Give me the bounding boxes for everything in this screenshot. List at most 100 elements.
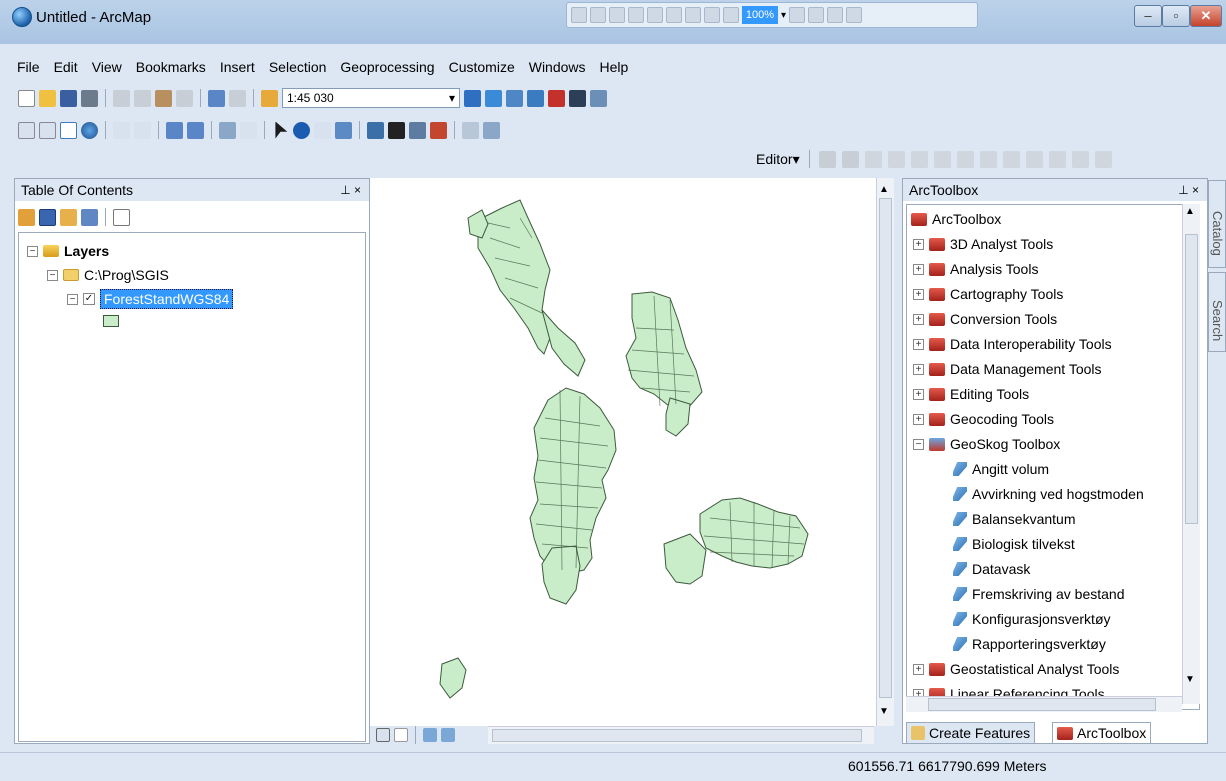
map-vertical-scrollbar[interactable]: ▲ ▼	[876, 178, 894, 726]
catalog-window-icon[interactable]	[506, 89, 523, 107]
arctoolbox-hscroll-thumb[interactable]	[928, 698, 1156, 711]
map-horizontal-scrollbar[interactable]	[488, 726, 874, 744]
zoom-dropdown-icon[interactable]: ▾	[781, 10, 786, 21]
arctoolbox-icon[interactable]	[548, 89, 565, 107]
toolbox-geocoding[interactable]: + Geocoding Tools	[913, 409, 1054, 429]
editor-toolbar-icon[interactable]	[464, 89, 481, 107]
expand-icon[interactable]: +	[913, 388, 924, 400]
tool-biologisk-tilvekst[interactable]: Biologisk tilvekst	[953, 534, 1075, 554]
visibility-checkbox[interactable]: ✓	[83, 293, 95, 305]
scroll-down-icon[interactable]: ▼	[1185, 674, 1195, 685]
search-window-icon[interactable]	[527, 89, 544, 107]
zoom-out-icon[interactable]	[590, 7, 606, 23]
forest-stand-polygon-south-tail[interactable]	[541, 545, 581, 605]
data-driven-pages-icon[interactable]	[846, 7, 863, 23]
zoom-in-icon[interactable]	[571, 7, 587, 23]
tool-rapportering[interactable]: Rapporteringsverktøy	[953, 634, 1106, 654]
data-view-icon[interactable]	[376, 728, 390, 742]
clear-selection-icon[interactable]	[240, 121, 257, 139]
menu-geoprocessing[interactable]: Geoprocessing	[333, 56, 441, 80]
identify-icon[interactable]	[293, 121, 310, 139]
fixed-zoom-in-icon[interactable]	[113, 121, 130, 139]
layers-node[interactable]: − Layers	[27, 241, 109, 261]
measure-icon[interactable]	[367, 121, 384, 139]
tool-balansekvantum[interactable]: Balansekvantum	[953, 509, 1076, 529]
list-by-drawing-order-icon[interactable]	[18, 208, 35, 226]
forest-stand-polygon-south-west[interactable]	[439, 657, 467, 699]
new-document-icon[interactable]	[18, 89, 35, 107]
expand-icon[interactable]: +	[913, 663, 924, 675]
scroll-up-icon[interactable]: ▲	[879, 184, 889, 195]
collapse-icon[interactable]: −	[913, 438, 924, 450]
tab-create-features[interactable]: Create Features	[906, 722, 1036, 744]
hyperlink-icon[interactable]	[314, 121, 331, 139]
change-layout-icon[interactable]	[827, 7, 844, 23]
menu-help[interactable]: Help	[593, 56, 636, 80]
layer-node[interactable]: − ✓ ForestStandWGS84	[67, 289, 234, 309]
expand-icon[interactable]: +	[913, 363, 924, 375]
expand-icon[interactable]: +	[913, 263, 924, 275]
map-scale-field[interactable]: 1:45 030	[282, 88, 460, 108]
map-vscroll-thumb[interactable]	[879, 198, 892, 698]
python-window-icon[interactable]	[569, 89, 586, 107]
rotate-icon[interactable]	[1025, 150, 1043, 168]
arctoolbox-pin-close[interactable]: ⊥ ×	[1178, 179, 1199, 201]
minimize-button[interactable]: ‒	[1134, 5, 1162, 27]
fixed-zoom-out-icon[interactable]	[685, 7, 701, 23]
menu-view[interactable]: View	[85, 56, 129, 80]
undo-icon[interactable]	[208, 89, 225, 107]
attributes-icon[interactable]	[1048, 150, 1066, 168]
paste-icon[interactable]	[155, 89, 172, 107]
catalog-tab[interactable]: Catalog	[1208, 180, 1226, 268]
expand-icon[interactable]: +	[913, 413, 924, 425]
create-features-icon[interactable]	[1094, 150, 1112, 168]
toggle-draft-icon[interactable]	[789, 7, 806, 23]
toolbox-data-interoperability[interactable]: + Data Interoperability Tools	[913, 334, 1112, 354]
save-icon[interactable]	[60, 89, 77, 107]
back-icon[interactable]	[166, 121, 183, 139]
tool-datavask[interactable]: Datavask	[953, 559, 1030, 579]
forward-extent-icon[interactable]	[723, 7, 739, 23]
zoom-in-icon[interactable]	[18, 121, 35, 139]
close-button[interactable]: ✕	[1190, 5, 1222, 27]
select-elements-icon[interactable]	[275, 121, 288, 139]
folder-node[interactable]: − C:\Prog\SGIS	[47, 265, 169, 285]
zoom-percent-field[interactable]: 100%	[742, 6, 778, 24]
fixed-zoom-in-icon[interactable]	[666, 7, 682, 23]
toolbox-geostatistical[interactable]: + Geostatistical Analyst Tools	[913, 659, 1119, 679]
table-of-contents-icon[interactable]	[485, 89, 502, 107]
full-extent-icon[interactable]	[628, 7, 644, 23]
fixed-zoom-out-icon[interactable]	[134, 121, 151, 139]
menu-bookmarks[interactable]: Bookmarks	[129, 56, 213, 80]
toolbox-data-management[interactable]: + Data Management Tools	[913, 359, 1102, 379]
reshape-icon[interactable]	[956, 150, 974, 168]
toolbox-geoskog[interactable]: − GeoSkog Toolbox	[913, 434, 1060, 454]
expand-icon[interactable]: +	[913, 238, 924, 250]
pause-drawing-icon[interactable]	[441, 728, 455, 742]
map-hscroll-thumb[interactable]	[492, 729, 862, 742]
forward-icon[interactable]	[187, 121, 204, 139]
select-features-icon[interactable]	[219, 121, 236, 139]
back-extent-icon[interactable]	[704, 7, 720, 23]
list-by-selection-icon[interactable]	[81, 208, 98, 226]
arctoolbox-horizontal-scrollbar[interactable]	[906, 696, 1182, 712]
pan-icon[interactable]	[60, 121, 77, 139]
sketch-properties-icon[interactable]	[1071, 150, 1089, 168]
map-view[interactable]	[370, 178, 876, 726]
find-route-icon[interactable]	[409, 121, 426, 139]
toolbox-3d-analyst[interactable]: +3D Analyst Tools	[913, 234, 1053, 254]
scroll-up-icon[interactable]: ▲	[1185, 206, 1195, 217]
expand-icon[interactable]: +	[913, 313, 924, 325]
find-icon[interactable]	[388, 121, 405, 139]
arctoolbox-vertical-scrollbar[interactable]: ▲ ▼	[1182, 204, 1200, 704]
trace-icon[interactable]	[887, 150, 905, 168]
menu-file[interactable]: File	[10, 56, 47, 80]
collapse-icon[interactable]: −	[67, 293, 78, 305]
create-viewer-icon[interactable]	[483, 121, 500, 139]
layout-view-icon[interactable]	[394, 728, 408, 742]
edit-vertices-icon[interactable]	[933, 150, 951, 168]
copy-icon[interactable]	[134, 89, 151, 107]
time-slider-icon[interactable]	[462, 121, 479, 139]
tool-angitt-volum[interactable]: Angitt volum	[953, 459, 1049, 479]
map-canvas[interactable]	[370, 178, 876, 726]
